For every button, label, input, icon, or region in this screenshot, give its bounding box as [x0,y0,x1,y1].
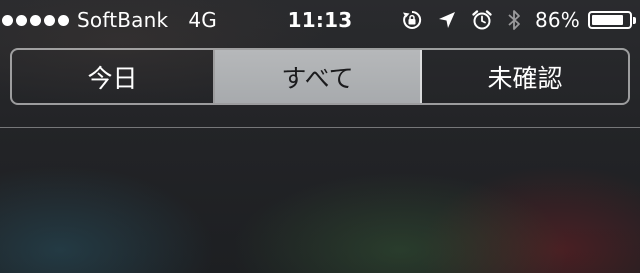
status-left: SoftBank 4G [2,0,217,40]
location-arrow-icon [437,10,457,30]
tab-today[interactable]: 今日 [12,50,215,103]
tab-missed[interactable]: 未確認 [422,50,628,103]
tab-all[interactable]: すべて [215,50,422,103]
battery-cap [633,17,636,24]
battery-percent: 86% [534,8,580,32]
carrier-name: SoftBank [77,8,169,32]
divider [0,127,640,128]
notification-filter-segmented-control: 今日 すべて 未確認 [10,48,630,105]
status-right: 86% [401,0,636,40]
battery-icon [588,11,636,29]
bluetooth-icon [507,8,521,32]
battery-status: 86% [534,8,636,32]
status-bar: SoftBank 4G 11:13 86% [0,0,640,40]
rotation-lock-icon [401,9,423,31]
battery-level-fill [592,15,623,25]
signal-strength-icon [2,14,69,26]
network-type: 4G [188,8,217,32]
alarm-clock-icon [471,9,493,31]
